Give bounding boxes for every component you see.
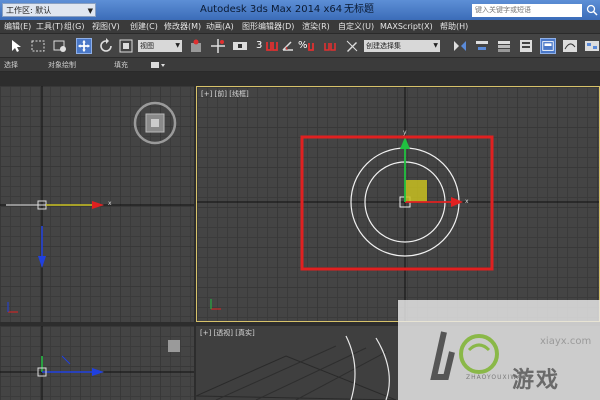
menu-tools[interactable]: 工具(T) xyxy=(36,20,63,34)
keyboard-shortcut-icon[interactable] xyxy=(232,38,248,54)
document-title: 无标题 xyxy=(344,4,374,15)
move-icon[interactable] xyxy=(76,38,92,54)
viewport-front-drawing: x y xyxy=(197,87,599,321)
layer-manager-icon[interactable] xyxy=(496,38,512,54)
percent-snap-icon[interactable] xyxy=(306,38,322,54)
title-bar: 工作区: 默认 ▼ Autodesk 3ds Max 2014 x64 无标题 … xyxy=(0,0,600,20)
menu-maxscript[interactable]: MAXScript(X) xyxy=(380,20,433,34)
workspace-select[interactable]: 工作区: 默认 ▼ xyxy=(2,3,96,17)
ribbon-tab-object-paint[interactable]: 对象绘制 xyxy=(48,58,76,72)
menu-rendering[interactable]: 渲染(R) xyxy=(302,20,330,34)
search-icon[interactable] xyxy=(586,4,598,16)
reference-coordinate-label: 视图 xyxy=(140,42,154,50)
watermark-site: ZHAOYOUXIWANG xyxy=(466,374,534,381)
workspace-label: 工作区: 默认 xyxy=(6,6,52,15)
angle-snap-icon[interactable] xyxy=(280,38,296,54)
ribbon-toggle-icon[interactable] xyxy=(540,38,556,54)
search-input[interactable]: 键入关键字或短语 xyxy=(472,4,582,17)
viewport-bottom-left[interactable] xyxy=(0,326,194,400)
scale-icon[interactable] xyxy=(118,38,134,54)
ribbon-options-icon[interactable] xyxy=(150,61,166,69)
chevron-down-icon: ▼ xyxy=(433,42,438,49)
menu-customize[interactable]: 自定义(U) xyxy=(338,20,374,34)
viewport-bottom-left-drawing xyxy=(0,326,194,400)
menu-graph-editors[interactable]: 图形编辑器(D) xyxy=(242,20,294,34)
rotate-icon[interactable] xyxy=(98,38,114,54)
align-icon[interactable] xyxy=(474,38,490,54)
menu-create[interactable]: 创建(C) xyxy=(130,20,158,34)
menu-modifiers[interactable]: 修改器(M) xyxy=(164,20,201,34)
menu-bar: 编辑(E) 工具(T) 组(G) 视图(V) 创建(C) 修改器(M) 动画(A… xyxy=(0,20,600,34)
viewport-left-drawing: x xyxy=(0,86,194,322)
axis-y-label: y xyxy=(403,129,407,136)
pivot-center-icon[interactable] xyxy=(188,38,204,54)
named-selection-set-label: 创建选择集 xyxy=(366,42,401,50)
app-title: Autodesk 3ds Max 2014 x64 xyxy=(200,4,343,15)
watermark-url: xiayx.com xyxy=(540,336,592,347)
snaps-toggle-icon[interactable] xyxy=(264,38,280,54)
chevron-down-icon: ▼ xyxy=(87,7,93,15)
select-object-icon[interactable] xyxy=(8,38,24,54)
mirror-icon[interactable] xyxy=(452,38,468,54)
ribbon-tab-selection[interactable]: 选择 xyxy=(4,58,18,72)
schematic-view-icon[interactable] xyxy=(584,38,600,54)
viewport-front[interactable]: [+] [前] [线框] x y xyxy=(196,86,600,322)
ribbon-tab-populate[interactable]: 填充 xyxy=(114,58,128,72)
reference-coordinate-select[interactable]: 视图 ▼ xyxy=(138,40,182,52)
chevron-down-icon: ▼ xyxy=(175,42,180,49)
highlight-frame xyxy=(300,135,494,271)
rectangular-selection-icon[interactable] xyxy=(30,38,46,54)
curve-editor-icon[interactable] xyxy=(562,38,578,54)
spinner-snap-icon[interactable] xyxy=(322,38,338,54)
svg-text:x: x xyxy=(108,200,112,207)
window-crossing-icon[interactable] xyxy=(52,38,68,54)
menu-edit[interactable]: 编辑(E) xyxy=(4,20,31,34)
main-toolbar: 视图 ▼ 3 % 创建选择集 ▼ xyxy=(0,34,600,58)
watermark-logo-icon xyxy=(430,331,499,380)
ribbon-tabs: 选择 对象绘制 填充 xyxy=(0,58,600,72)
menu-view[interactable]: 视图(V) xyxy=(92,20,120,34)
select-and-manipulate-icon[interactable] xyxy=(210,38,226,54)
menu-group[interactable]: 组(G) xyxy=(64,20,84,34)
named-selection-set-select[interactable]: 创建选择集 ▼ xyxy=(364,40,440,52)
viewport-left[interactable]: x xyxy=(0,86,194,322)
menu-help[interactable]: 帮助(H) xyxy=(440,20,468,34)
menu-animation[interactable]: 动画(A) xyxy=(206,20,234,34)
scene-explorer-icon[interactable] xyxy=(518,38,534,54)
axis-x-label: x xyxy=(465,198,469,205)
edit-named-selection-icon[interactable] xyxy=(344,38,360,54)
